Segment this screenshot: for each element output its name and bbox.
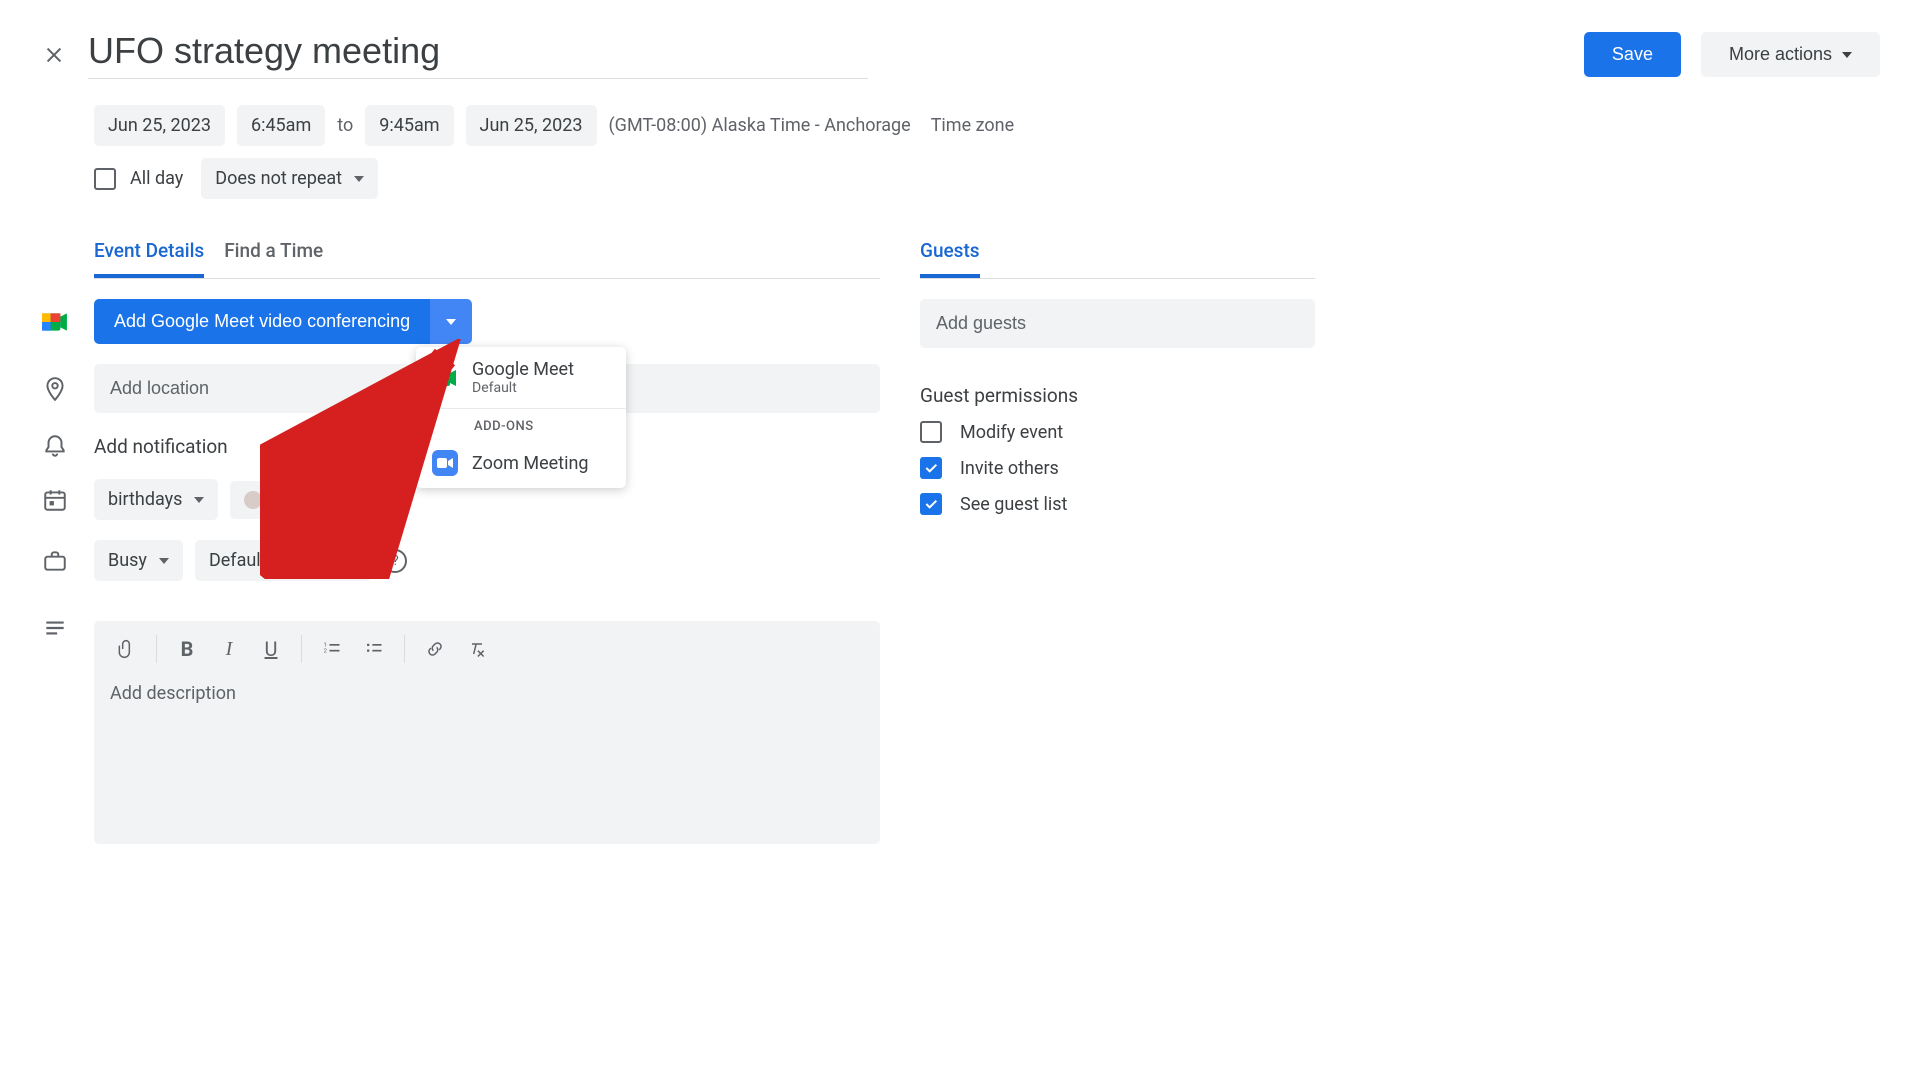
save-button[interactable]: Save	[1584, 32, 1681, 77]
caret-down-icon	[347, 558, 357, 564]
meet-icon	[40, 309, 70, 335]
caret-down-icon	[446, 319, 456, 325]
underline-icon: U	[265, 637, 278, 661]
caret-down-icon	[1842, 52, 1852, 58]
calendar-icon	[40, 487, 70, 513]
repeat-select[interactable]: Does not repeat	[201, 158, 378, 199]
end-date-chip[interactable]: Jun 25, 2023	[466, 105, 597, 146]
dropdown-addons-header: ADD-ONS	[416, 409, 626, 438]
add-notification-link[interactable]: Add notification	[94, 435, 228, 458]
link-icon	[425, 639, 445, 659]
timezone-display: (GMT-08:00) Alaska Time - Anchorage	[609, 115, 911, 136]
location-icon	[40, 376, 70, 402]
conferencing-dropdown-menu: Google Meet Default ADD-ONS Zoom Meeting	[416, 347, 626, 488]
bulleted-list-button[interactable]	[356, 631, 392, 667]
tab-guests[interactable]: Guests	[920, 239, 980, 278]
svg-text:2: 2	[324, 648, 328, 654]
italic-button[interactable]: I	[211, 631, 247, 667]
start-date-chip[interactable]: Jun 25, 2023	[94, 105, 225, 146]
briefcase-icon	[40, 548, 70, 574]
numbered-list-button[interactable]: 12	[314, 631, 350, 667]
notification-icon	[40, 433, 70, 459]
dropdown-gmeet-label: Google Meet	[472, 359, 574, 380]
bold-icon: B	[181, 637, 194, 661]
add-guests-input[interactable]	[920, 299, 1315, 348]
visibility-help-button[interactable]: ?	[383, 549, 407, 573]
italic-icon: I	[226, 638, 233, 661]
separator	[156, 635, 157, 663]
underline-button[interactable]: U	[253, 631, 289, 667]
dropdown-item-google-meet[interactable]: Google Meet Default	[416, 347, 626, 408]
to-label: to	[337, 115, 353, 136]
modify-event-label: Modify event	[960, 422, 1063, 443]
start-time-chip[interactable]: 6:45am	[237, 105, 325, 146]
caret-down-icon	[354, 176, 364, 182]
visibility-label: Default visibility	[209, 550, 335, 571]
event-title-input[interactable]	[88, 30, 868, 72]
separator	[301, 635, 302, 663]
description-icon	[40, 615, 70, 641]
end-time-chip[interactable]: 9:45am	[365, 105, 453, 146]
attach-button[interactable]	[108, 631, 144, 667]
separator	[404, 635, 405, 663]
dropdown-zoom-label: Zoom Meeting	[472, 453, 589, 474]
caret-down-icon	[194, 497, 204, 503]
color-select[interactable]	[230, 481, 298, 519]
close-button[interactable]	[40, 41, 68, 69]
invite-others-label: Invite others	[960, 458, 1059, 479]
bulleted-list-icon	[364, 639, 384, 659]
paperclip-icon	[116, 639, 136, 659]
more-actions-label: More actions	[1729, 44, 1832, 65]
tab-find-time[interactable]: Find a Time	[224, 239, 323, 278]
invite-others-checkbox[interactable]	[920, 457, 942, 479]
color-dot	[244, 491, 262, 509]
visibility-select[interactable]: Default visibility	[195, 540, 371, 581]
see-guest-list-label: See guest list	[960, 494, 1067, 515]
calendar-select[interactable]: birthdays	[94, 479, 218, 520]
check-icon	[923, 496, 939, 512]
description-textarea[interactable]: Add description	[94, 677, 880, 844]
clear-formatting-button[interactable]	[459, 631, 495, 667]
see-guest-list-checkbox[interactable]	[920, 493, 942, 515]
clear-format-icon	[467, 639, 487, 659]
more-actions-button[interactable]: More actions	[1701, 32, 1880, 77]
add-google-meet-button[interactable]: Add Google Meet video conferencing	[94, 299, 430, 344]
link-button[interactable]	[417, 631, 453, 667]
repeat-label: Does not repeat	[215, 168, 342, 189]
allday-checkbox[interactable]	[94, 168, 116, 190]
calendar-name: birthdays	[108, 489, 182, 510]
tab-event-details[interactable]: Event Details	[94, 239, 204, 278]
dropdown-item-zoom[interactable]: Zoom Meeting	[416, 438, 626, 488]
guest-permissions-header: Guest permissions	[920, 384, 1315, 407]
meet-icon	[432, 365, 458, 391]
close-icon	[43, 44, 65, 66]
caret-down-icon	[274, 497, 284, 503]
modify-event-checkbox[interactable]	[920, 421, 942, 443]
busy-label: Busy	[108, 550, 147, 571]
conferencing-dropdown-button[interactable]	[430, 299, 472, 344]
numbered-list-icon: 12	[322, 639, 342, 659]
bold-button[interactable]: B	[169, 631, 205, 667]
dropdown-gmeet-sublabel: Default	[472, 380, 574, 396]
timezone-link[interactable]: Time zone	[931, 115, 1014, 136]
allday-label: All day	[130, 168, 183, 189]
check-icon	[923, 460, 939, 476]
zoom-icon	[432, 450, 458, 476]
busy-select[interactable]: Busy	[94, 540, 183, 581]
caret-down-icon	[159, 558, 169, 564]
